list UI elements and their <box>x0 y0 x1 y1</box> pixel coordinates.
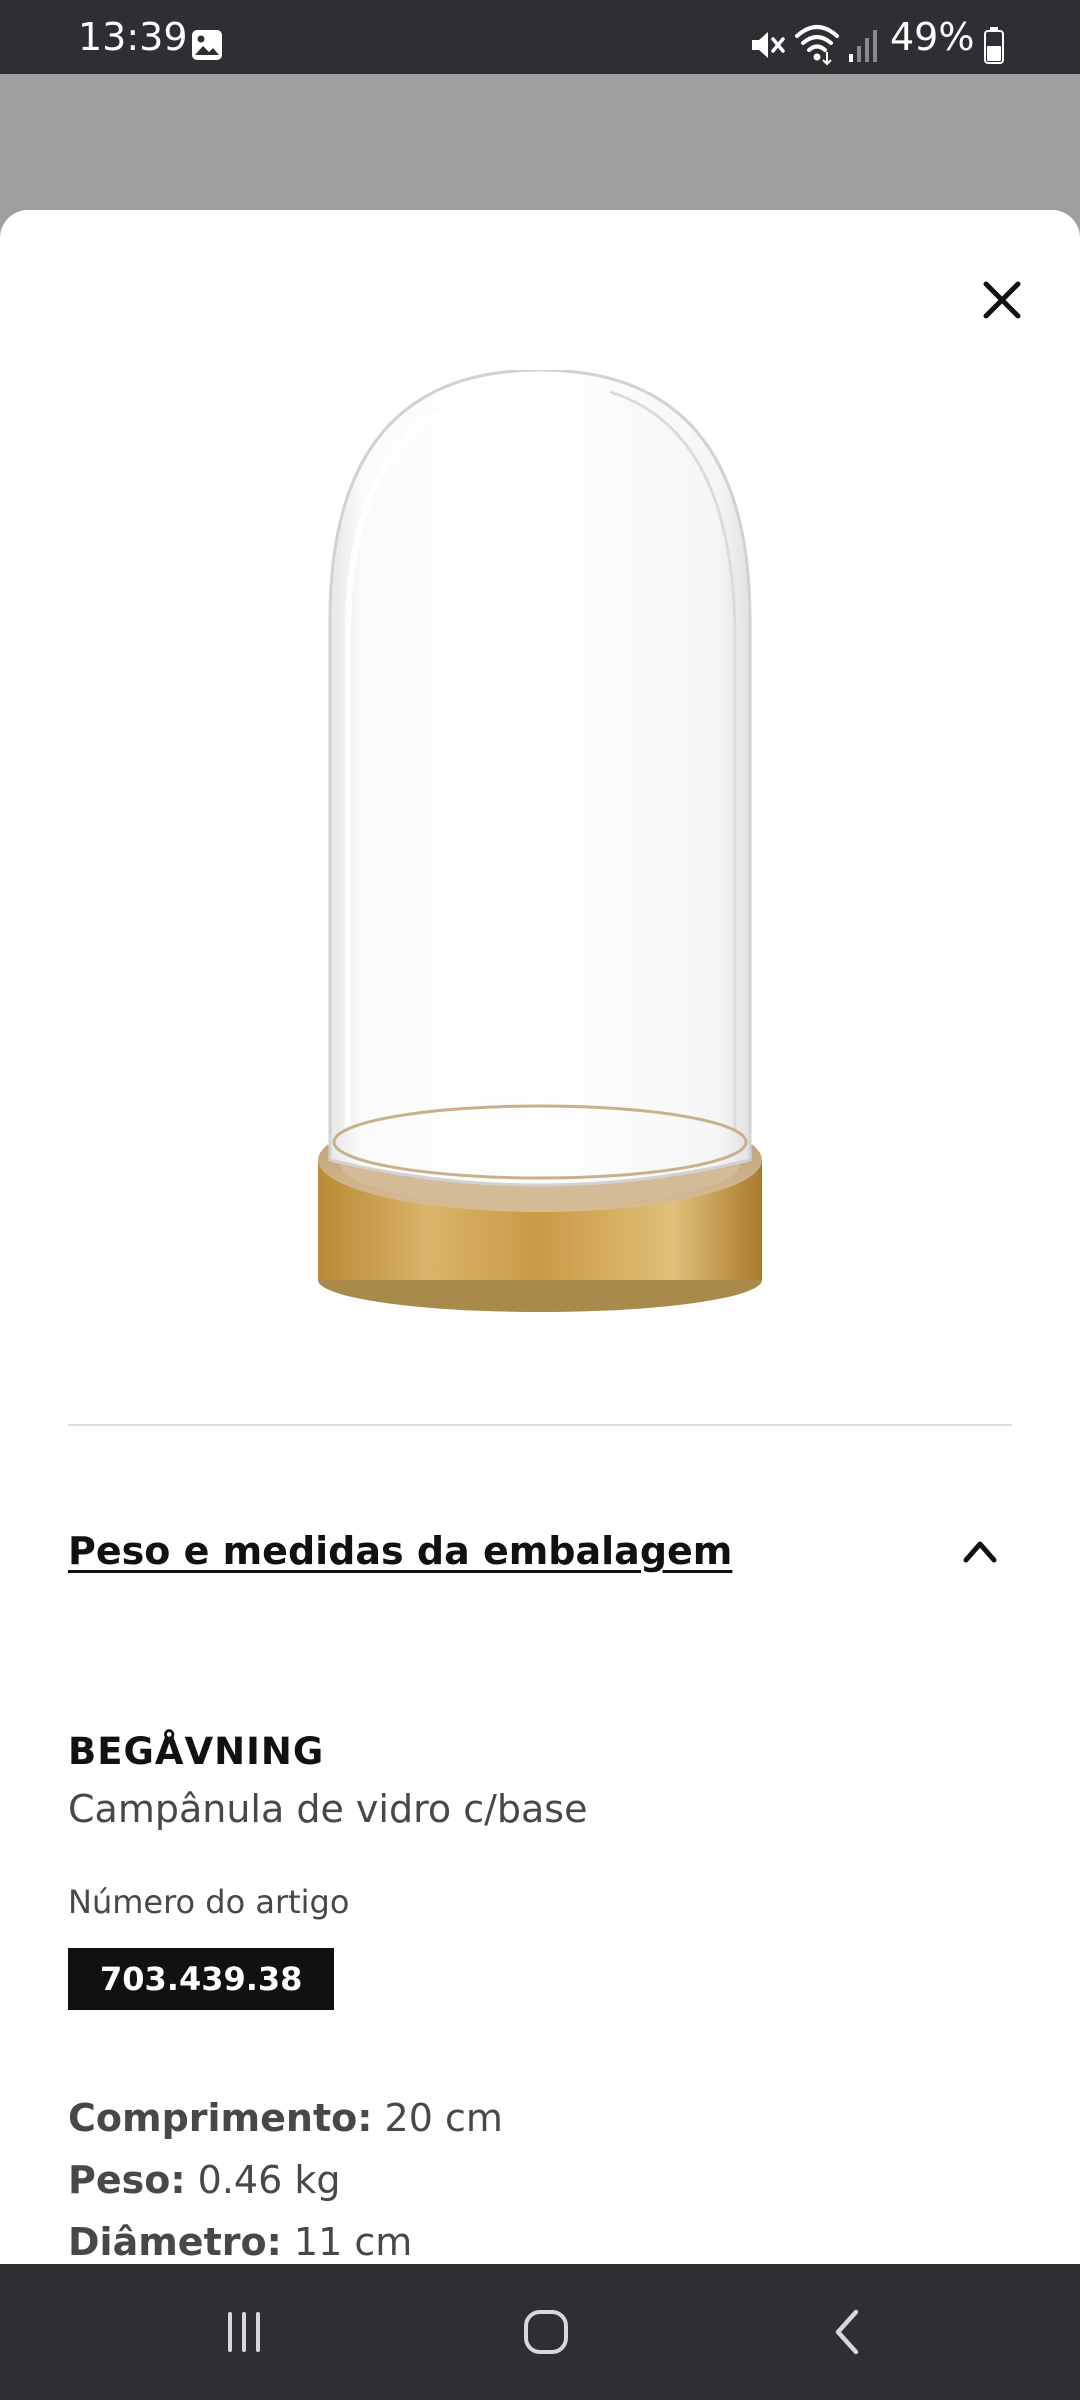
product-name: BEGÅVNING <box>68 1730 325 1773</box>
battery-percentage: 49% <box>890 15 975 59</box>
navigation-bar <box>0 2264 1080 2400</box>
spec-value: 0.46 kg <box>197 2158 341 2202</box>
gallery-icon <box>192 30 222 60</box>
spec-length: Comprimento: 20 cm <box>68 2094 503 2142</box>
close-button[interactable] <box>966 264 1038 336</box>
product-details-sheet: Peso e medidas da embalagem BEGÅVNING Ca… <box>0 210 1080 2264</box>
wifi-icon <box>795 25 839 66</box>
recents-button[interactable] <box>194 2292 294 2372</box>
product-image <box>318 370 762 1312</box>
spec-diameter: Diâmetro: 11 cm <box>68 2218 412 2264</box>
home-button[interactable] <box>496 2292 596 2372</box>
recents-icon <box>228 2312 260 2352</box>
mute-icon <box>752 32 785 58</box>
chevron-up-icon[interactable] <box>960 1532 1000 1568</box>
accordion-title[interactable]: Peso e medidas da embalagem <box>68 1528 732 1574</box>
packaging-accordion-toggle[interactable]: Peso e medidas da embalagem <box>68 1510 1012 1590</box>
spec-value: 20 cm <box>384 2096 503 2140</box>
article-number-badge: 703.439.38 <box>68 1948 335 2010</box>
close-icon <box>983 281 1021 319</box>
status-time: 13:39 <box>78 15 188 59</box>
home-icon <box>524 2310 568 2354</box>
spec-value: 11 cm <box>293 2220 413 2264</box>
back-button[interactable] <box>798 2292 898 2372</box>
spec-label: Peso: <box>68 2158 186 2202</box>
battery-icon <box>984 27 1004 64</box>
product-description: Campânula de vidro c/base <box>68 1787 588 1831</box>
spec-weight: Peso: 0.46 kg <box>68 2156 340 2204</box>
spec-label: Comprimento: <box>68 2096 373 2140</box>
article-number-label: Número do artigo <box>68 1883 350 1921</box>
spec-label: Diâmetro: <box>68 2220 282 2264</box>
back-icon <box>835 2309 859 2355</box>
status-bar: 13:39 49% <box>0 0 1080 74</box>
divider <box>68 1424 1012 1426</box>
signal-icon <box>849 30 877 62</box>
